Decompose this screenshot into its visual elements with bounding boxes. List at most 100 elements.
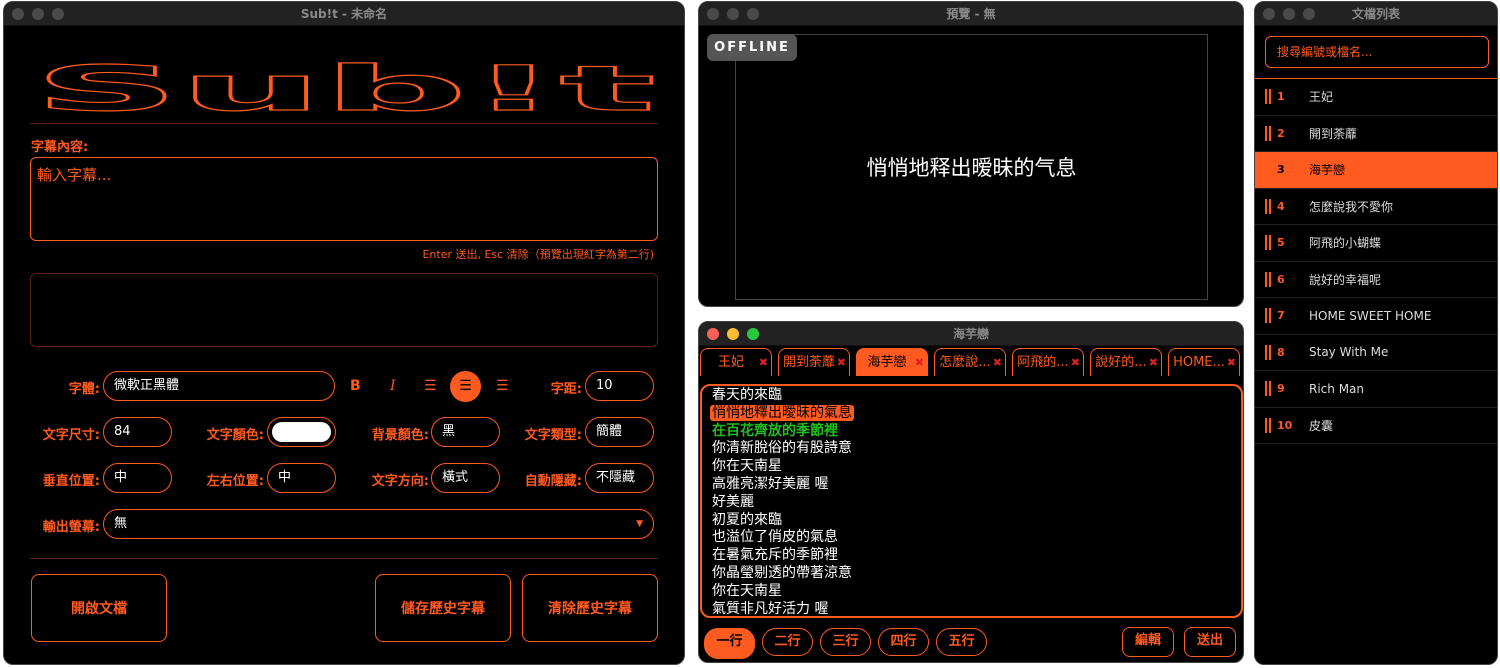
bold-button[interactable]: B xyxy=(350,378,361,394)
item-number: 5 xyxy=(1277,236,1285,250)
close-icon[interactable]: ✖ xyxy=(1227,349,1236,377)
lyrics-list[interactable]: 春天的來臨 悄悄地釋出曖昧的氣息 在百花齊放的季節裡 你清新脫俗的有股詩意 你在天南星高… xyxy=(700,384,1243,618)
tab-3[interactable]: 怎麼說... ✖ xyxy=(934,348,1006,376)
lyric-line[interactable]: 高雅亮潔好美麗 喔 xyxy=(702,476,1241,494)
window-title: 文檔列表 xyxy=(1351,7,1400,21)
lines-1-button[interactable]: 一行 xyxy=(704,628,755,659)
align-right-icon[interactable]: ☰ xyxy=(496,378,509,394)
file-list-item[interactable]: 4 怎麼說我不愛你 xyxy=(1255,189,1497,225)
file-list-item[interactable]: 9 Rich Man xyxy=(1255,371,1497,408)
edit-button[interactable]: 編輯 xyxy=(1122,627,1174,657)
item-name: 怎麼說我不愛你 xyxy=(1309,199,1394,214)
file-list-item[interactable]: 6 說好的幸福呢 xyxy=(1255,262,1497,298)
lyric-line[interactable]: 也溢位了俏皮的氣息 xyxy=(702,529,1241,547)
tab-0[interactable]: 王妃 ✖ xyxy=(700,348,772,376)
align-left-icon[interactable]: ☰ xyxy=(424,378,437,394)
type-field[interactable]: 簡體 xyxy=(585,417,654,447)
tab-4[interactable]: 阿飛的... ✖ xyxy=(1012,348,1084,376)
close-icon[interactable]: ✖ xyxy=(915,349,924,377)
lyric-line[interactable]: 在百花齊放的季節裡 xyxy=(702,423,1241,441)
output-select[interactable]: 無 ▼ xyxy=(103,509,654,539)
lines-5-button[interactable]: 五行 xyxy=(936,628,987,656)
close-icon[interactable]: ✖ xyxy=(837,349,846,377)
tab-label: 王妃 xyxy=(717,355,744,370)
direction-field[interactable]: 橫式 xyxy=(431,463,500,493)
autohide-field[interactable]: 不隱藏 xyxy=(585,463,654,493)
lyric-text: 你在天南星 xyxy=(712,458,782,475)
dropdown-arrow-icon: ▼ xyxy=(636,519,643,529)
lines-2-button[interactable]: 二行 xyxy=(762,628,813,656)
save-history-button[interactable]: 儲存歷史字幕 xyxy=(375,574,511,642)
close-icon[interactable]: ✖ xyxy=(1071,349,1080,377)
close-icon[interactable]: ✖ xyxy=(759,349,768,377)
lyric-line[interactable]: 你晶瑩剔透的帶著涼意 xyxy=(702,565,1241,583)
lines-4-button[interactable]: 四行 xyxy=(878,628,929,656)
window-title: 預覽 - 無 xyxy=(946,7,996,21)
bg-field[interactable]: 黑 xyxy=(431,417,500,447)
subtitle-input[interactable]: 輸入字幕... xyxy=(30,157,658,241)
lyric-line[interactable]: 悄悄地釋出曖昧的氣息 xyxy=(702,404,1241,423)
file-list-item[interactable]: 2 開到荼蘼 xyxy=(1255,116,1497,152)
tab-1[interactable]: 開到荼蘼 ✖ xyxy=(778,348,850,376)
window-controls[interactable] xyxy=(1263,8,1315,20)
color-field[interactable] xyxy=(267,417,336,447)
content-label: 字幕內容: xyxy=(31,140,89,155)
lyric-line[interactable]: 你清新脫俗的有股詩意 xyxy=(702,440,1241,458)
file-list-item[interactable]: 7 HOME SWEET HOME xyxy=(1255,298,1497,335)
open-file-button[interactable]: 開啟文檔 xyxy=(31,574,167,642)
file-list-item[interactable]: 1 王妃 xyxy=(1255,79,1497,116)
item-name: Rich Man xyxy=(1309,381,1365,396)
window-title: 海芋戀 xyxy=(952,327,989,341)
lyric-line[interactable]: 你在天南星 xyxy=(702,583,1241,601)
app-logo: Sub!t xyxy=(33,60,656,116)
item-name: 開到荼蘼 xyxy=(1309,126,1358,141)
tab-5[interactable]: 說好的... ✖ xyxy=(1090,348,1162,376)
lyric-line[interactable]: 氣質非凡好活力 喔 xyxy=(702,601,1241,619)
item-number: 2 xyxy=(1277,126,1285,140)
lyric-line[interactable]: 初夏的來臨 xyxy=(702,512,1241,530)
lyrics-window: 海芋戀 王妃 ✖ 開到荼蘼 ✖ 海芋戀 ✖ 怎麼說... ✖ 阿飛的... ✖ 說好的... ✖ HOM… xyxy=(698,321,1244,663)
italic-button[interactable]: I xyxy=(390,378,396,394)
item-number: 7 xyxy=(1277,309,1285,323)
item-number: 10 xyxy=(1277,418,1293,432)
vpos-field[interactable]: 中 xyxy=(103,463,172,493)
send-button[interactable]: 送出 xyxy=(1184,627,1236,657)
tab-6[interactable]: HOME... ✖ xyxy=(1168,348,1240,376)
direction-label: 文字方向: xyxy=(371,474,429,489)
item-name: 王妃 xyxy=(1309,90,1334,105)
second-input[interactable] xyxy=(30,273,658,347)
clear-history-button[interactable]: 清除歷史字幕 xyxy=(522,574,658,642)
lyric-line[interactable]: 你在天南星 xyxy=(702,458,1241,476)
window-controls[interactable] xyxy=(707,328,759,340)
color-label: 文字顏色: xyxy=(206,428,264,443)
size-field[interactable]: 84 xyxy=(103,417,172,447)
window-controls[interactable] xyxy=(12,8,64,20)
divider xyxy=(30,123,658,124)
file-list-item[interactable]: 10 皮囊 xyxy=(1255,408,1497,444)
align-center-icon[interactable]: ☰ xyxy=(450,371,481,402)
lyric-line[interactable]: 春天的來臨 xyxy=(702,387,1241,405)
file-list-item[interactable]: 3 海芋戀 xyxy=(1255,152,1497,189)
size-label: 文字尺寸: xyxy=(42,428,100,443)
item-number: 4 xyxy=(1277,199,1285,213)
font-field[interactable]: 微軟正黑體 xyxy=(103,371,335,401)
lyric-line[interactable]: 在暑氣充斥的季節裡 xyxy=(702,547,1241,565)
file-list-item[interactable]: 8 Stay With Me xyxy=(1255,335,1497,371)
tab-2[interactable]: 海芋戀 ✖ xyxy=(856,348,928,376)
item-number: 6 xyxy=(1277,272,1285,286)
preview-window: 預覽 - 無 OFFLINE 悄悄地释出暧昧的气息 xyxy=(698,1,1244,307)
lyric-text: 初夏的來臨 xyxy=(712,511,782,528)
bg-label: 背景顏色: xyxy=(371,428,429,443)
close-icon[interactable]: ✖ xyxy=(1149,349,1158,377)
title-bar: Sub!t - 未命名 xyxy=(4,2,684,26)
hpos-field[interactable]: 中 xyxy=(267,463,336,493)
tab-label: 開到荼蘼 xyxy=(782,355,835,370)
lyric-line[interactable]: 好美麗 xyxy=(702,494,1241,512)
lines-3-button[interactable]: 三行 xyxy=(820,628,871,656)
lyric-text: 在百花齊放的季節裡 xyxy=(712,422,838,439)
search-input[interactable]: 搜尋編號或檔名... xyxy=(1265,36,1489,68)
window-controls[interactable] xyxy=(707,8,759,20)
spacing-field[interactable]: 10 xyxy=(585,371,654,401)
file-list-item[interactable]: 5 阿飛的小蝴蝶 xyxy=(1255,225,1497,262)
close-icon[interactable]: ✖ xyxy=(993,349,1002,377)
